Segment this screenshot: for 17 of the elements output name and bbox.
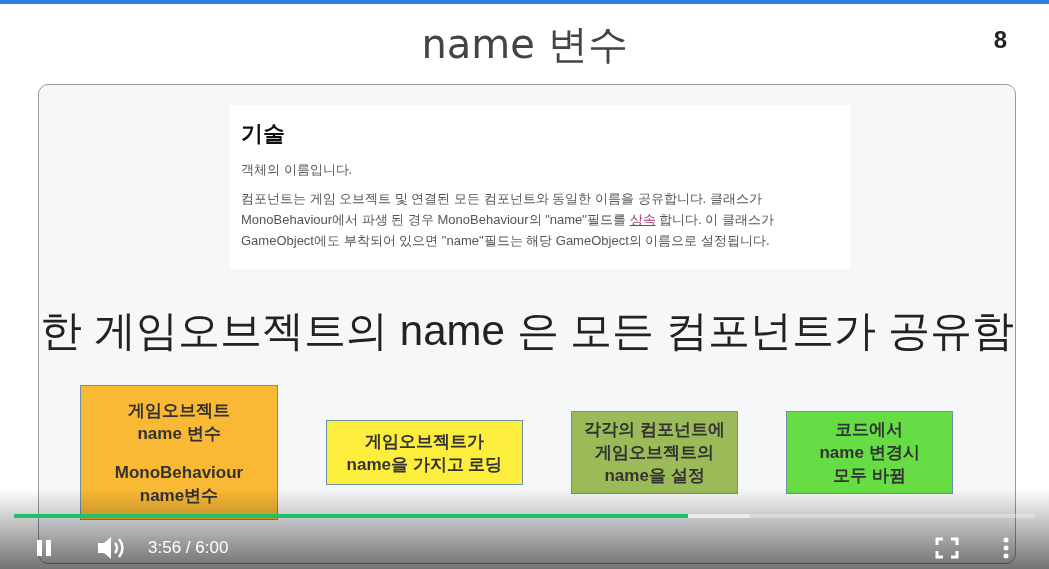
- box-text: 각각의 컴포넌트에 게임오브젝트의 name을 설정: [584, 419, 725, 487]
- doc-paragraph: 컴포넌트는 게임 오브젝트 및 연결된 모든 컴포넌트와 동일한 이름을 공유합니다. 클래스가 MonoBehaviour에서 파생 된 경우 MonoBehaviour의 "name"필드를 상속 합니다. 이 클래스가 GameObject에도 부착되어 있으면 "name"필드는 해당 GameObject의 이름으로 설정됩니다.: [241, 190, 775, 250]
- pause-icon[interactable]: [34, 538, 54, 558]
- inherit-link[interactable]: 상속: [629, 212, 656, 227]
- box-text: 게임오브젝트가 name을 가지고 로딩: [346, 430, 503, 476]
- progress-bar[interactable]: [14, 514, 1035, 518]
- fullscreen-icon[interactable]: [935, 537, 959, 559]
- doc-heading: 기술: [241, 120, 286, 148]
- box-text: 코드에서 name 변경시 모두 바뀜: [819, 419, 920, 487]
- box-text: 게임오브젝트 name 변수: [128, 399, 230, 445]
- slide-title: name 변수: [421, 19, 628, 69]
- more-icon[interactable]: [1003, 537, 1009, 559]
- page-number: 8: [993, 26, 1007, 54]
- doc-intro: 객체의 이름입니다.: [241, 161, 354, 179]
- time-display: 3:56 / 6:00: [148, 538, 229, 558]
- slide-caption: 한 게임오브젝트의 name 은 모든 컴포넌트가 공유함: [39, 306, 1015, 356]
- box-text: MonoBehaviour name변수: [114, 461, 244, 507]
